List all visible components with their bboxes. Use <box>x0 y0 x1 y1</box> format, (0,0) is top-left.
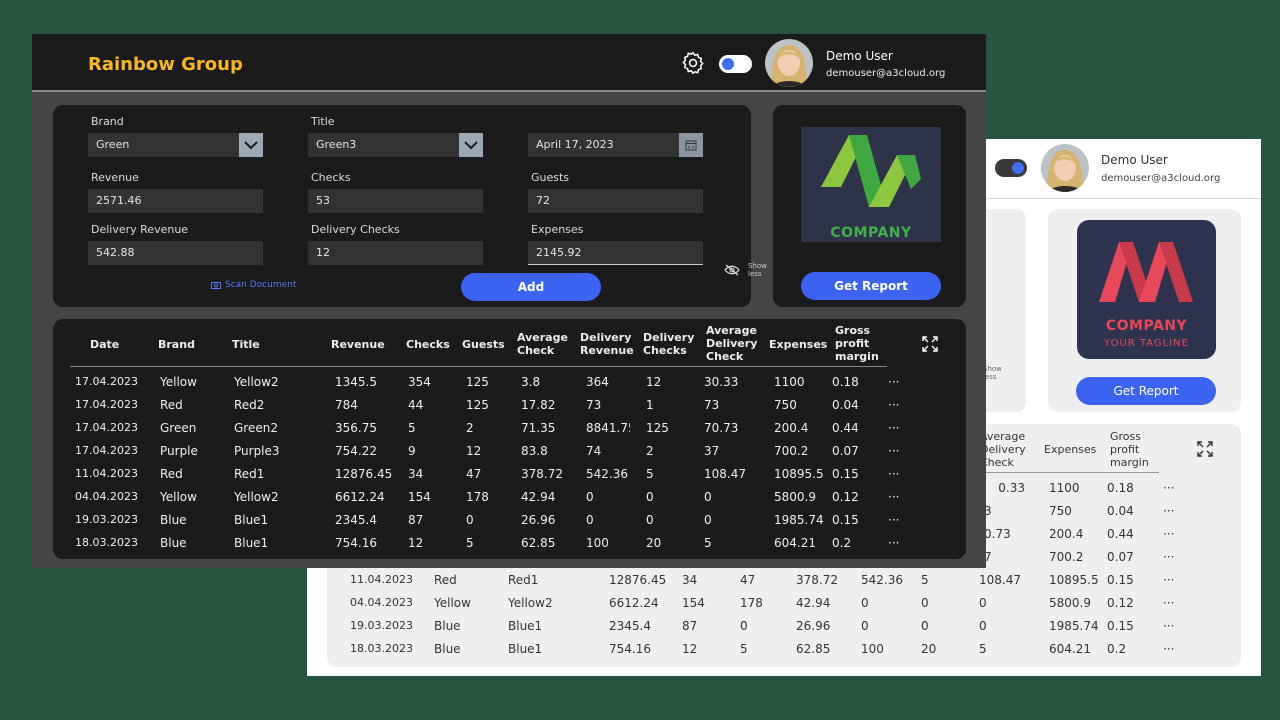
logo-company-text: COMPANY <box>830 225 912 241</box>
logo-card: COMPANY Get Report <box>773 105 966 307</box>
table-row[interactable]: 11.04.2023 Red Red1 12876.45 34 47 378.72 542.3… <box>32 463 986 486</box>
theme-toggle[interactable] <box>995 159 1027 177</box>
delivery-checks-input[interactable] <box>308 241 483 265</box>
logo-company-text: COMPANY <box>1105 318 1188 334</box>
user-name: Demo User <box>1101 153 1168 167</box>
header-title: Title <box>232 338 260 351</box>
header-revenue: Revenue <box>331 338 385 351</box>
header-delivery-checks: Delivery Checks <box>643 331 695 357</box>
add-button[interactable]: Add <box>461 273 601 301</box>
header-date: Date <box>90 338 120 351</box>
app-title: Rainbow Group <box>88 54 243 75</box>
camera-icon <box>211 281 221 289</box>
expenses-label: Expenses <box>531 223 584 236</box>
toggle-knob <box>722 58 734 70</box>
calendar-icon[interactable] <box>679 133 703 157</box>
date-picker[interactable]: April 17, 2023 <box>528 133 703 157</box>
guests-label: Guests <box>531 171 570 184</box>
brand-label: Brand <box>91 115 124 128</box>
eye-off-icon[interactable] <box>724 264 740 276</box>
delivery-revenue-label: Delivery Revenue <box>91 223 189 236</box>
logo-card: COMPANY YOUR TAGLINE Get Report <box>1048 209 1241 412</box>
table-row[interactable]: 17.04.2023 Red Red2 784 44 125 17.82 73 1 73 750 0.… <box>32 394 986 417</box>
table-row[interactable]: 17.04.2023 Purple Purple3 754.22 9 12 83.8 74 2 3… <box>32 440 986 463</box>
dark-theme-window: Rainbow Group Demo User demouser@a3cloud… <box>32 34 986 568</box>
title-label: Title <box>311 115 335 128</box>
table-row[interactable]: 04.04.2023 Yellow Yellow2 6612.24 154 178 42.9… <box>32 486 986 509</box>
user-avatar <box>1041 144 1089 192</box>
company-logo: COMPANY YOUR TAGLINE <box>1077 220 1216 359</box>
header-checks: Checks <box>406 338 450 351</box>
logo-mark-icon <box>821 135 921 207</box>
logo-tagline: YOUR TAGLINE <box>1104 338 1189 349</box>
header-guests: Guests <box>462 338 505 351</box>
title-dropdown[interactable]: Green3 <box>308 133 483 157</box>
table-row[interactable]: 04.04.2023 Yellow Yellow2 6612.24 154 178 42.9… <box>307 592 1261 615</box>
header-divider <box>987 198 1261 199</box>
company-logo: COMPANY <box>801 127 941 242</box>
header-delivery-revenue: Delivery Revenue <box>580 331 634 357</box>
header-expenses: Expenses <box>1044 443 1097 456</box>
show-less-toggle[interactable]: Show less <box>748 262 767 278</box>
checks-label: Checks <box>311 171 351 184</box>
header-gross-profit-margin: Gross profit margin <box>1110 430 1149 469</box>
table-row[interactable]: 18.03.2023 Blue Blue1 754.16 12 5 62.85 100 20 5 6… <box>307 638 1261 661</box>
logo-mark-icon <box>1099 242 1193 302</box>
header-underline <box>70 366 887 367</box>
user-email: demouser@a3cloud.org <box>1101 173 1221 184</box>
entry-form-card: Brand Green Title Green3 April 17, 2023 … <box>53 105 767 307</box>
table-row[interactable]: 17.04.2023 Green Green2 356.75 5 2 71.35 8841.7… <box>32 417 986 440</box>
expenses-input[interactable] <box>528 241 703 265</box>
toggle-knob <box>1012 162 1024 174</box>
chevron-down-icon[interactable] <box>459 133 483 157</box>
header-gross-profit-margin: Gross profit margin <box>835 324 879 363</box>
user-name: Demo User <box>826 49 893 63</box>
header-avg-delivery-check: Average Delivery Check <box>980 430 1026 469</box>
user-avatar <box>765 39 813 87</box>
revenue-input[interactable] <box>88 189 263 213</box>
user-email: demouser@a3cloud.org <box>826 68 946 79</box>
expand-icon[interactable] <box>922 336 938 352</box>
table-row[interactable]: 11.04.2023 Red Red1 12876.45 34 47 378.72 542.3… <box>307 569 1261 592</box>
app-header: Rainbow Group Demo User demouser@a3cloud… <box>32 34 986 92</box>
expand-icon[interactable] <box>1197 441 1213 457</box>
get-report-button[interactable]: Get Report <box>1076 377 1216 405</box>
table-row[interactable]: 18.03.2023 Blue Blue1 754.16 12 5 62.85 100 20 5 6… <box>32 532 986 555</box>
checks-input[interactable] <box>308 189 483 213</box>
header-expenses: Expenses <box>769 338 828 351</box>
brand-dropdown[interactable]: Green <box>88 133 263 157</box>
table-row[interactable]: 19.03.2023 Blue Blue1 2345.4 87 0 26.96 0 0 0 1985… <box>307 615 1261 638</box>
get-report-button[interactable]: Get Report <box>801 272 941 300</box>
header-average-check: Average Check <box>517 331 568 357</box>
delivery-revenue-input[interactable] <box>88 241 263 265</box>
theme-toggle[interactable] <box>719 55 752 73</box>
table-row[interactable]: 17.04.2023 Yellow Yellow2 1345.5 354 125 3.8 36… <box>32 371 986 394</box>
header-brand: Brand <box>158 338 195 351</box>
revenue-label: Revenue <box>91 171 139 184</box>
scan-document-link[interactable]: Scan Document <box>211 280 296 290</box>
delivery-checks-label: Delivery Checks <box>311 223 400 236</box>
guests-input[interactable] <box>528 189 703 213</box>
table-row[interactable]: 19.03.2023 Blue Blue1 2345.4 87 0 26.96 0 0 0 1985… <box>32 509 986 532</box>
gear-icon[interactable] <box>680 50 706 76</box>
chevron-down-icon[interactable] <box>239 133 263 157</box>
header-avg-delivery-check: Average Delivery Check <box>706 324 758 363</box>
